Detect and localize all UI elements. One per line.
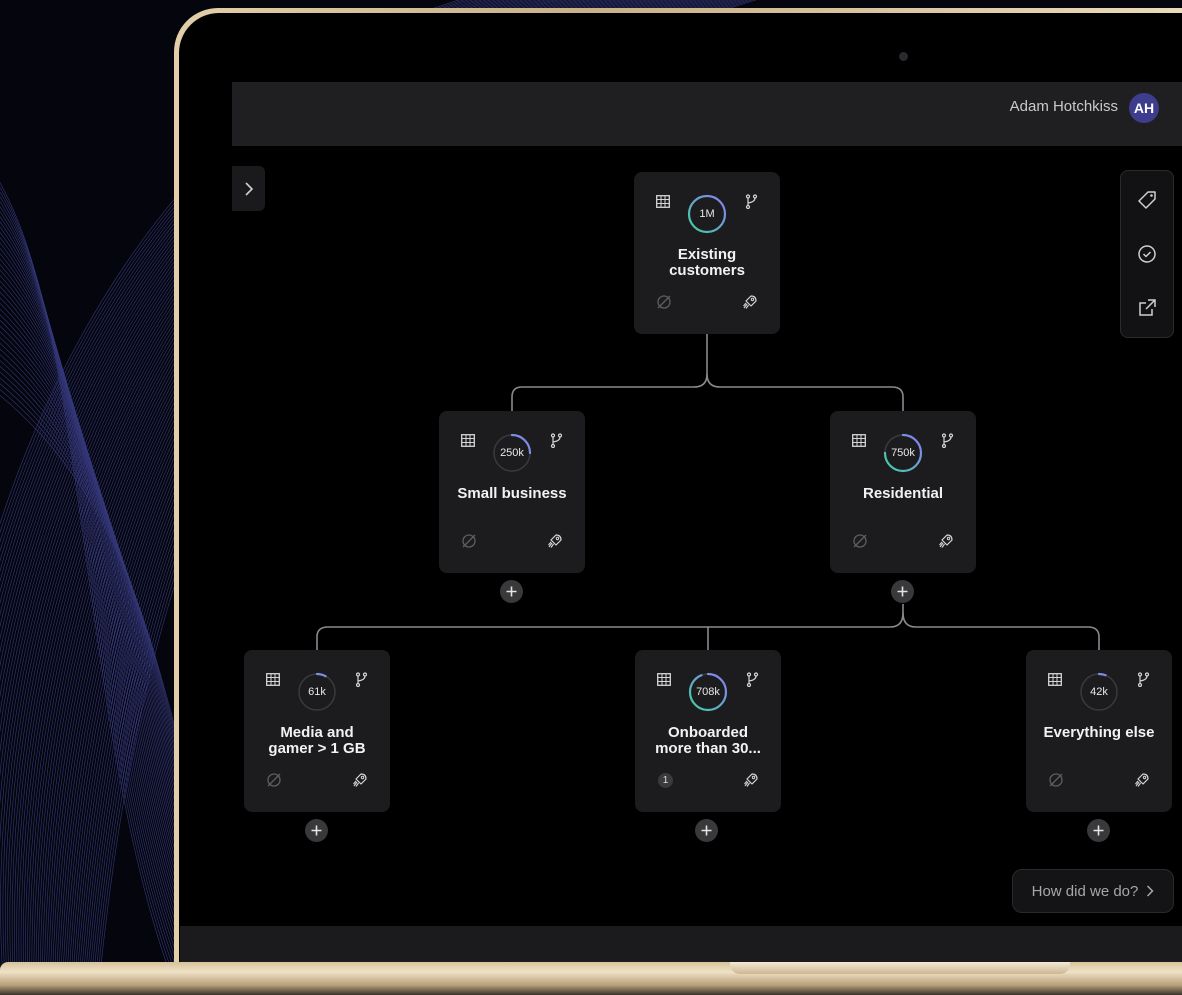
node-residential[interactable]: 750k Residential xyxy=(830,411,976,573)
empty-set-icon[interactable] xyxy=(1048,772,1064,788)
node-title-line: Onboarded xyxy=(667,724,748,741)
chevron-right-icon xyxy=(1147,885,1154,897)
node-media-and-gamer[interactable]: 61k Media and gamer > 1 GB xyxy=(244,650,390,812)
rocket-icon[interactable] xyxy=(742,294,758,310)
node-count: 708k xyxy=(696,686,720,698)
add-child-button[interactable] xyxy=(500,580,523,603)
rocket-icon[interactable] xyxy=(1134,772,1150,788)
node-count: 1M xyxy=(699,208,715,220)
node-count: 61k xyxy=(308,686,326,698)
branch-icon[interactable] xyxy=(354,672,368,687)
node-title-line: customers xyxy=(669,262,745,279)
camera xyxy=(899,52,908,61)
avatar[interactable]: AH xyxy=(1129,93,1159,123)
branch-icon[interactable] xyxy=(1136,672,1150,687)
node-title: Everything else xyxy=(1032,725,1166,741)
table-icon[interactable] xyxy=(656,195,670,208)
node-title-line: Everything else xyxy=(1043,724,1155,741)
node-title: Onboarded more than 30... xyxy=(641,725,775,757)
add-child-button[interactable] xyxy=(305,819,328,842)
branch-icon[interactable] xyxy=(745,672,759,687)
node-title: Residential xyxy=(836,486,970,502)
table-icon[interactable] xyxy=(1048,673,1062,686)
add-child-button[interactable] xyxy=(1087,819,1110,842)
branch-icon[interactable] xyxy=(940,433,954,448)
plus-icon xyxy=(897,586,908,597)
top-bar: Adam Hotchkiss AH xyxy=(232,82,1182,146)
table-icon[interactable] xyxy=(461,434,475,447)
empty-set-icon[interactable] xyxy=(266,772,282,788)
node-count: 42k xyxy=(1090,686,1108,698)
chevron-right-icon xyxy=(244,181,253,196)
empty-set-icon[interactable] xyxy=(461,533,477,549)
node-title-line: more than 30... xyxy=(655,740,761,757)
feedback-label: How did we do? xyxy=(1031,882,1139,900)
node-existing-customers[interactable]: 1M Existing customers xyxy=(634,172,780,334)
node-count: 750k xyxy=(891,447,915,459)
screen-bottom-bar xyxy=(180,926,1182,962)
plus-icon xyxy=(701,825,712,836)
right-tool-panel xyxy=(1120,170,1174,338)
add-child-button[interactable] xyxy=(695,819,718,842)
empty-set-icon[interactable] xyxy=(852,533,868,549)
count-badge: 1 xyxy=(658,773,673,788)
node-title-line: gamer > 1 GB xyxy=(268,740,366,757)
node-onboarded[interactable]: 708k Onboarded more than 30... 1 xyxy=(635,650,781,812)
node-title-line: Residential xyxy=(862,485,944,502)
branch-icon[interactable] xyxy=(549,433,563,448)
plus-icon xyxy=(1093,825,1104,836)
rocket-icon[interactable] xyxy=(352,772,368,788)
external-link-icon[interactable] xyxy=(1136,297,1158,319)
node-title-line: Media and xyxy=(280,724,354,741)
tag-icon[interactable] xyxy=(1136,189,1158,211)
add-child-button[interactable] xyxy=(891,580,914,603)
table-icon[interactable] xyxy=(266,673,280,686)
node-title-line: Small business xyxy=(457,485,567,502)
rocket-icon[interactable] xyxy=(743,772,759,788)
node-small-business[interactable]: 250k Small business xyxy=(439,411,585,573)
node-everything-else[interactable]: 42k Everything else xyxy=(1026,650,1172,812)
node-title: Media and gamer > 1 GB xyxy=(250,725,384,757)
branch-icon[interactable] xyxy=(744,194,758,209)
rocket-icon[interactable] xyxy=(547,533,563,549)
plus-icon xyxy=(506,586,517,597)
node-title-line: Existing xyxy=(677,246,737,263)
empty-set-icon[interactable] xyxy=(656,294,672,310)
laptop-notch xyxy=(730,962,1070,974)
table-icon[interactable] xyxy=(852,434,866,447)
sidebar-expand-button[interactable] xyxy=(232,166,265,211)
user-name[interactable]: Adam Hotchkiss xyxy=(1010,98,1118,115)
rocket-icon[interactable] xyxy=(938,533,954,549)
clock-check-icon[interactable] xyxy=(1136,243,1158,265)
avatar-initials: AH xyxy=(1133,100,1155,116)
feedback-button[interactable]: How did we do? xyxy=(1012,869,1174,913)
node-count: 250k xyxy=(500,447,524,459)
node-title: Small business xyxy=(445,486,579,502)
table-icon[interactable] xyxy=(657,673,671,686)
node-title: Existing customers xyxy=(640,247,774,279)
app-screen: Adam Hotchkiss AH 1M Existing customers … xyxy=(232,82,1182,926)
plus-icon xyxy=(311,825,322,836)
